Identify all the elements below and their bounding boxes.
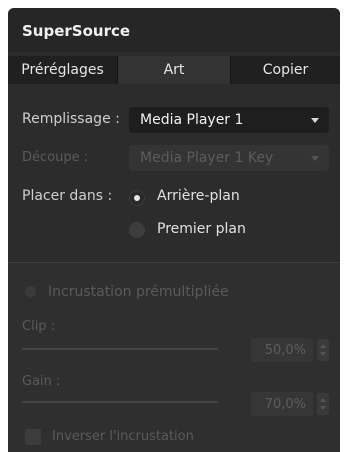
clip-slider[interactable] xyxy=(22,348,218,350)
tab-bar: Préréglages Art Copier xyxy=(8,56,340,84)
clip-stepper[interactable] xyxy=(317,339,329,361)
tab-presets[interactable]: Préréglages xyxy=(8,56,118,84)
key-source-label: Découpe : xyxy=(22,150,89,165)
chevron-down-icon xyxy=(311,118,319,123)
fill-source-label: Remplissage : xyxy=(22,111,120,127)
invert-key-checkbox[interactable] xyxy=(25,429,41,445)
radio-foreground-label: Premier plan xyxy=(157,221,246,237)
panel-header: SuperSource xyxy=(8,8,340,52)
radio-background[interactable] xyxy=(129,190,145,206)
gain-value-field[interactable]: 70,0% xyxy=(251,392,313,416)
stepper-down-icon xyxy=(320,406,326,410)
supersource-panel: SuperSource Préréglages Art Copier Rempl… xyxy=(8,8,340,452)
clip-label: Clip : xyxy=(22,319,56,334)
place-in-label: Placer dans : xyxy=(22,188,113,204)
stepper-up-icon xyxy=(320,398,326,402)
premultiplied-key-dot[interactable] xyxy=(25,286,36,297)
panel-title: SuperSource xyxy=(22,22,131,40)
stepper-down-icon xyxy=(320,352,326,356)
key-source-dropdown[interactable]: Media Player 1 Key xyxy=(129,145,329,171)
fill-source-value: Media Player 1 xyxy=(140,112,244,128)
invert-key-label: Inverser l'incrustation xyxy=(52,429,194,444)
radio-foreground[interactable] xyxy=(129,222,145,238)
fill-source-dropdown[interactable]: Media Player 1 xyxy=(129,107,329,133)
gain-label: Gain : xyxy=(22,374,61,389)
chevron-down-icon xyxy=(311,156,319,161)
premultiplied-key-label: Incrustation prémultipliée xyxy=(48,284,229,300)
key-source-value: Media Player 1 Key xyxy=(140,150,274,166)
stepper-up-icon xyxy=(320,344,326,348)
gain-stepper[interactable] xyxy=(317,393,329,415)
tab-copy[interactable]: Copier xyxy=(231,56,340,84)
clip-value-field[interactable]: 50,0% xyxy=(251,338,313,362)
radio-background-label: Arrière-plan xyxy=(157,188,240,204)
gain-slider[interactable] xyxy=(22,401,218,403)
tab-art[interactable]: Art xyxy=(118,56,231,84)
